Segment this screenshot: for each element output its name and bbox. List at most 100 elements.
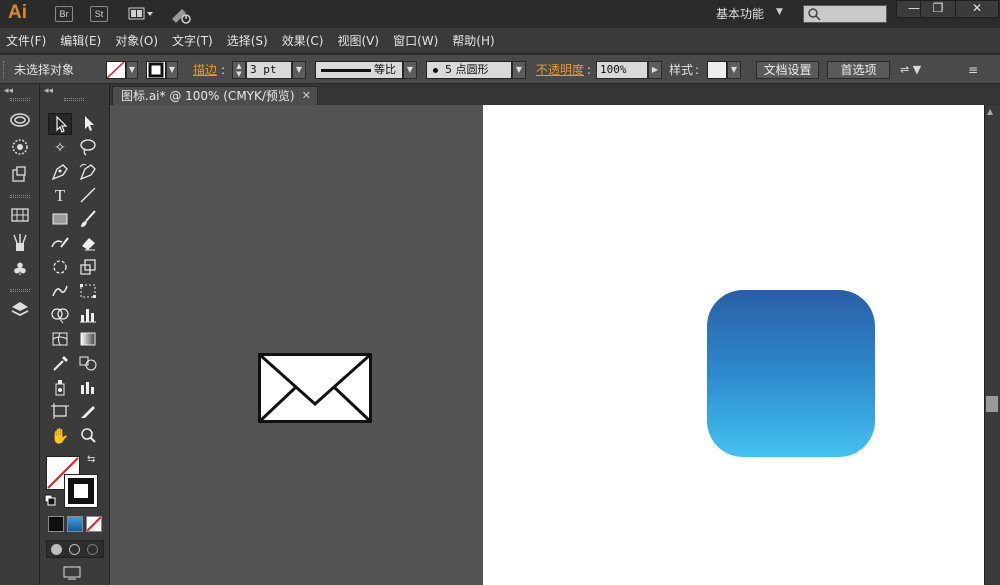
color-mode-button[interactable] [48, 516, 64, 532]
transform-icon[interactable] [8, 164, 32, 186]
menu-view[interactable]: 视图(V) [337, 32, 379, 49]
stroke-weight-field[interactable]: 3 pt [246, 61, 292, 79]
menu-effect[interactable]: 效果(C) [282, 32, 324, 49]
blend-tool[interactable] [76, 353, 100, 375]
free-transform-tool[interactable] [76, 281, 100, 303]
document-setup-button[interactable]: 文档设置 [756, 61, 819, 79]
opacity-field[interactable]: 100% [596, 61, 648, 79]
search-input[interactable] [803, 5, 887, 23]
stepper-icon[interactable]: ▲ ▼ [232, 61, 246, 79]
rectangle-tool[interactable] [48, 209, 72, 231]
brush-select[interactable]: 5 点圆形 [426, 61, 512, 79]
graph-tool[interactable] [76, 305, 100, 327]
menu-select[interactable]: 选择(S) [227, 32, 268, 49]
chevron-down-icon[interactable]: ▼ [292, 61, 306, 79]
grip-icon[interactable] [10, 289, 30, 292]
mesh-tool[interactable] [48, 329, 72, 351]
eyedropper-tool[interactable] [48, 353, 72, 375]
grip-icon[interactable] [10, 98, 30, 101]
close-icon[interactable]: ✕ [302, 87, 311, 105]
workspace-switcher[interactable]: 基本功能 [716, 5, 764, 22]
style-label: 样式 [669, 63, 694, 77]
hand-tool[interactable]: ✋ [48, 425, 72, 447]
collapse-arrows-icon[interactable]: ◂◂ [44, 86, 53, 96]
menu-type[interactable]: 文字(T) [172, 32, 213, 49]
menu-help[interactable]: 帮助(H) [452, 32, 494, 49]
shaper-tool[interactable] [48, 233, 72, 255]
magic-wand-tool[interactable]: ✧ [48, 137, 72, 159]
scale-tool[interactable] [76, 257, 100, 279]
grid-icon[interactable] [8, 204, 32, 226]
draw-inside-icon[interactable] [87, 544, 98, 555]
chevron-down-icon[interactable]: ▼ [403, 61, 417, 79]
gradient-tool[interactable] [76, 329, 100, 351]
stroke-color-box[interactable] [64, 474, 98, 508]
vertical-scrollbar[interactable]: ▲ [984, 105, 1000, 585]
stroke-label[interactable]: 描边 [193, 61, 217, 79]
artboard-tool[interactable] [48, 401, 72, 423]
shape-builder-tool[interactable] [48, 305, 72, 327]
warp-tool[interactable] [48, 281, 72, 303]
zoom-tool[interactable] [76, 425, 100, 447]
eraser-tool[interactable] [76, 233, 100, 255]
none-mode-button[interactable] [86, 516, 102, 532]
style-swatch[interactable] [707, 61, 727, 79]
direct-selection-tool[interactable] [76, 113, 100, 135]
preferences-button[interactable]: 首选项 [827, 61, 890, 79]
default-colors-icon[interactable] [44, 494, 56, 506]
line-tool[interactable] [76, 185, 100, 207]
menu-file[interactable]: 文件(F) [6, 32, 46, 49]
column-graph-tool[interactable] [76, 377, 100, 399]
chevron-up-icon[interactable]: ▲ [987, 107, 993, 116]
arrange-icon[interactable]: ⇌ ▼ [900, 61, 934, 79]
selection-tool[interactable] [48, 113, 72, 135]
collapse-arrows-icon[interactable]: ◂◂ [4, 86, 13, 96]
arrange-documents-icon[interactable] [128, 6, 156, 22]
document-tab[interactable]: 图标.ai* @ 100% (CMYK/预览) ✕ [112, 86, 318, 105]
menu-window[interactable]: 窗口(W) [393, 32, 438, 49]
slice-tool[interactable] [76, 401, 100, 423]
menu-edit[interactable]: 编辑(E) [60, 32, 101, 49]
brush-library-icon[interactable] [8, 232, 32, 254]
gradient-mode-button[interactable] [67, 516, 83, 532]
symbol-sprayer-tool[interactable] [48, 377, 72, 399]
bridge-button[interactable]: Br [55, 6, 73, 22]
chevron-down-icon[interactable]: ▼ [126, 61, 138, 79]
chevron-down-icon[interactable]: ▼ [727, 61, 741, 79]
panel-menu-icon[interactable]: ≡ [968, 61, 988, 79]
draw-normal-icon[interactable] [51, 544, 62, 555]
screen-mode-icon[interactable] [62, 566, 84, 580]
symbols-club-icon[interactable]: ♣ [8, 259, 32, 281]
fill-swatch[interactable] [106, 61, 126, 79]
opacity-label[interactable]: 不透明度 [536, 61, 584, 79]
stock-button[interactable]: St [90, 6, 108, 22]
curvature-tool[interactable] [76, 161, 100, 183]
drawing-modes [46, 540, 104, 558]
control-bar: 未选择对象 ▼ ▼ 描边 : ▲ ▼ 3 pt ▼ 等比 ▼ 5 点圆形 ▼ 不透… [0, 54, 1000, 84]
paintbrush-tool[interactable] [76, 209, 100, 231]
type-tool[interactable]: T [48, 185, 72, 207]
scrollbar-thumb[interactable] [986, 396, 998, 412]
grip-icon[interactable] [10, 195, 30, 198]
chevron-right-icon[interactable]: ▶ [648, 61, 662, 79]
draw-behind-icon[interactable] [69, 544, 80, 555]
pen-tool[interactable] [48, 161, 72, 183]
grip-icon[interactable] [64, 98, 84, 101]
chevron-down-icon[interactable]: ▼ [776, 7, 783, 17]
chevron-down-icon[interactable]: ▼ [512, 61, 526, 79]
menu-object[interactable]: 对象(O) [115, 32, 158, 49]
close-button[interactable]: ✕ [955, 0, 999, 18]
color-wheel-icon[interactable] [8, 136, 32, 158]
stroke-swatch[interactable] [146, 61, 166, 79]
creative-cloud-icon[interactable] [8, 108, 32, 130]
rotate-tool[interactable] [48, 257, 72, 279]
lasso-tool[interactable] [76, 137, 100, 159]
restore-button[interactable]: ❐ [920, 0, 956, 18]
layers-icon[interactable] [8, 298, 32, 320]
stroke-profile-select[interactable]: 等比 [315, 61, 403, 79]
rounded-gradient-icon-shape[interactable] [707, 290, 875, 457]
gpu-performance-icon[interactable] [170, 5, 194, 25]
mail-envelope-icon[interactable] [258, 353, 372, 423]
swap-colors-icon[interactable]: ⇆ [87, 454, 95, 465]
chevron-down-icon[interactable]: ▼ [166, 61, 178, 79]
